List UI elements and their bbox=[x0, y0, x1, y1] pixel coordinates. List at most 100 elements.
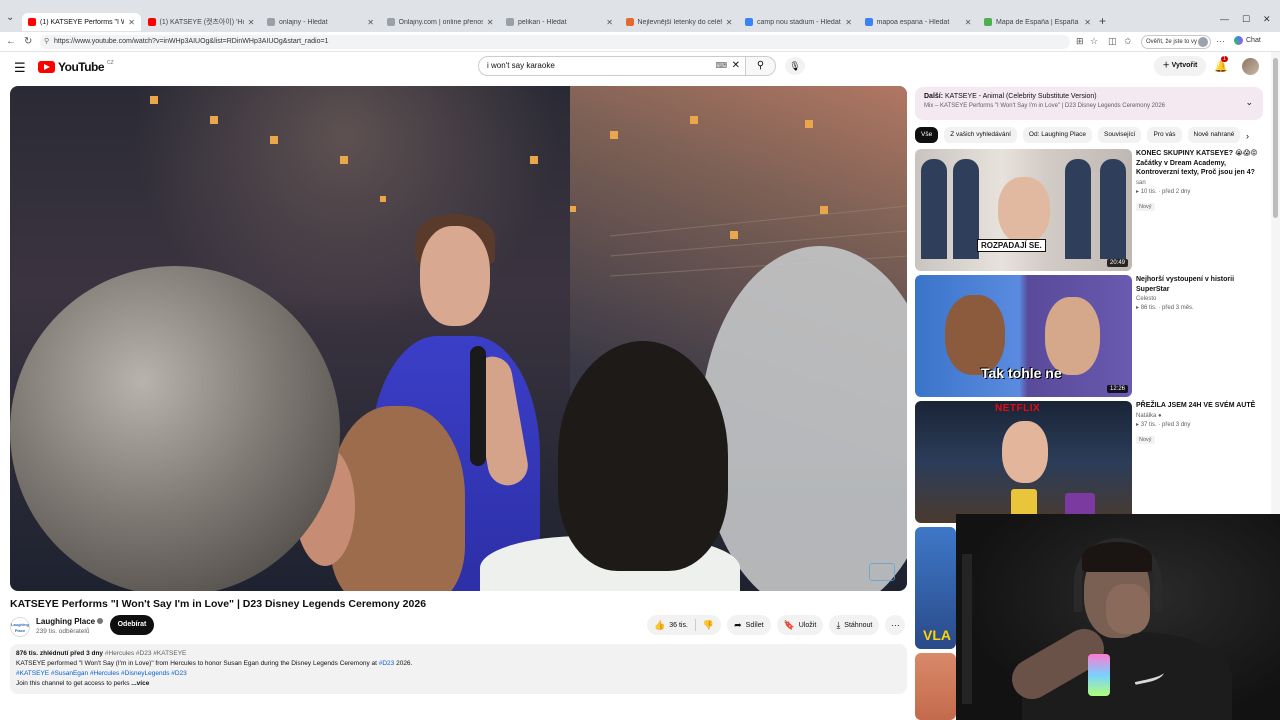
play-icon: ▸ bbox=[1136, 421, 1140, 428]
recommendation-thumbnail[interactable] bbox=[915, 653, 956, 720]
browser-tab[interactable]: Nejlevnější letenky do celého svět ✕ bbox=[620, 13, 739, 31]
search-input[interactable]: i won't say karaoke ⌨ ✕ bbox=[478, 56, 746, 76]
like-button[interactable]: 👍 36 tis. bbox=[647, 615, 695, 635]
chevron-down-icon[interactable]: ⌄ bbox=[1245, 97, 1253, 108]
recommendation-thumbnail[interactable]: Tak tohle ne 12:26 bbox=[915, 275, 1132, 397]
filter-chip[interactable]: Vše bbox=[915, 127, 939, 143]
recommendation-item[interactable]: NETFLIX PŘEŽILA JSEM 24H VE SVÉM AUTĚ Na… bbox=[915, 401, 1260, 523]
description-hashtags[interactable]: #KATSEYE #SusanEgan #Hercules #DisneyLeg… bbox=[16, 669, 901, 679]
video-player[interactable] bbox=[10, 86, 907, 591]
browser-tab[interactable]: camp nou stadium - Hledat ✕ bbox=[739, 13, 858, 31]
menu-icon[interactable]: ☰ bbox=[14, 60, 26, 76]
tab-close-icon[interactable]: ✕ bbox=[1084, 18, 1091, 27]
recommendation-channel[interactable]: san bbox=[1136, 180, 1263, 186]
channel-avatar[interactable]: Laughing Place bbox=[10, 617, 30, 637]
tab-close-icon[interactable]: ✕ bbox=[965, 18, 972, 27]
favorites-icon[interactable]: ✩ bbox=[1124, 36, 1132, 47]
recommendation-title[interactable]: PŘEŽILA JSEM 24H VE SVÉM AUTĚ bbox=[1136, 401, 1263, 411]
tab-close-icon[interactable]: ✕ bbox=[487, 18, 494, 27]
recommendation-item[interactable]: VLA bbox=[915, 527, 956, 649]
share-button[interactable]: ➦ Sdílet bbox=[727, 615, 771, 635]
clear-search-icon[interactable]: ✕ bbox=[732, 57, 740, 75]
scrollbar-thumb[interactable] bbox=[1273, 58, 1278, 218]
recommendation-channel[interactable]: Natálka ● bbox=[1136, 413, 1263, 419]
save-button[interactable]: 🔖 Uložit bbox=[776, 615, 824, 635]
reload-icon[interactable]: ↻ bbox=[24, 36, 32, 47]
share-icon: ➦ bbox=[734, 619, 742, 630]
tab-close-icon[interactable]: ✕ bbox=[248, 18, 255, 27]
subscribe-button[interactable]: Odebírat bbox=[110, 615, 154, 635]
filter-chip[interactable]: Související bbox=[1098, 127, 1142, 143]
address-bar[interactable]: ⚲ https://www.youtube.com/watch?v=inWHp3… bbox=[40, 35, 1070, 49]
search-button[interactable]: ⚲ bbox=[746, 56, 776, 76]
tab-close-icon[interactable]: ✕ bbox=[726, 18, 733, 27]
extension-icon[interactable]: ◫ bbox=[1108, 36, 1117, 47]
minimize-icon[interactable]: — bbox=[1220, 14, 1229, 24]
dislike-button[interactable]: 👎 bbox=[696, 615, 721, 635]
browser-tab[interactable]: pelikan - Hledat ✕ bbox=[500, 13, 619, 31]
settings-more-icon[interactable]: ··· bbox=[1216, 36, 1225, 46]
recommendation-channel[interactable]: Celesto bbox=[1136, 296, 1263, 302]
description-text: KATSEYE performed "I Won't Say (I'm in L… bbox=[16, 660, 379, 667]
top-hashtags[interactable]: #Hercules #D23 #KATSEYE bbox=[105, 650, 187, 657]
tab-close-icon[interactable]: ✕ bbox=[606, 18, 613, 27]
channel-name[interactable]: Laughing Place bbox=[36, 617, 104, 626]
notifications-button[interactable]: 🔔 1 bbox=[1214, 56, 1228, 73]
webcam-overlay bbox=[956, 514, 1280, 720]
install-app-icon[interactable]: ⊞ bbox=[1076, 36, 1084, 47]
recommendation-thumbnail[interactable]: NETFLIX bbox=[915, 401, 1132, 523]
download-button[interactable]: ⤓ Stáhnout bbox=[829, 615, 880, 635]
logo-country-code: CZ bbox=[107, 60, 114, 66]
close-window-icon[interactable]: ✕ bbox=[1263, 14, 1271, 25]
recommendation-thumbnail[interactable]: VLA bbox=[915, 527, 956, 649]
maximize-icon[interactable]: ☐ bbox=[1242, 14, 1250, 25]
recommendation-item[interactable] bbox=[915, 653, 956, 720]
recommendation-title[interactable]: KONEC SKUPINY KATSEYE? 😭😱😡 Začátky v Dre… bbox=[1136, 149, 1263, 178]
copilot-chat-button[interactable]: Chat bbox=[1234, 36, 1261, 45]
channel-watermark[interactable] bbox=[869, 563, 895, 581]
bookmark-star-icon[interactable]: ☆ bbox=[1090, 36, 1098, 47]
back-icon[interactable]: ← bbox=[6, 36, 16, 47]
voice-search-button[interactable]: 🎙 bbox=[785, 57, 805, 75]
tab-title: mapoa espana - Hledat bbox=[876, 18, 950, 26]
account-avatar[interactable] bbox=[1242, 58, 1259, 75]
tab-search-icon[interactable]: ⌄ bbox=[6, 12, 14, 23]
like-dislike-group: 👍 36 tis. 👎 bbox=[647, 615, 722, 635]
hashtag-link[interactable]: #D23 bbox=[379, 660, 395, 667]
tab-close-icon[interactable]: ✕ bbox=[128, 18, 135, 27]
show-more-link[interactable]: ...více bbox=[131, 680, 149, 687]
video-description[interactable]: 876 tis. zhlédnutí před 3 dny #Hercules … bbox=[10, 644, 907, 694]
filter-chip[interactable]: Z vašich vyhledávání bbox=[944, 127, 1017, 143]
site-info-icon[interactable]: ⚲ bbox=[44, 35, 49, 49]
filter-chip[interactable]: Pro vás bbox=[1147, 127, 1182, 143]
create-button[interactable]: ＋ Vytvořit bbox=[1154, 56, 1206, 76]
filter-chip[interactable]: Od: Laughing Place bbox=[1022, 127, 1093, 143]
recommendation-meta-text: 86 tis. · před 3 měs. bbox=[1140, 305, 1194, 311]
description-line-1: KATSEYE performed "I Won't Say (I'm in L… bbox=[16, 659, 901, 669]
browser-tab[interactable]: mapoa espana - Hledat ✕ bbox=[859, 13, 978, 31]
youtube-logo[interactable]: YouTube CZ bbox=[38, 60, 114, 74]
tab-close-icon[interactable]: ✕ bbox=[845, 18, 852, 27]
more-icon: ··· bbox=[890, 620, 900, 630]
browser-tab[interactable]: (1) KATSEYE (캣츠아이) 'Hootie Fri ✕ bbox=[142, 13, 261, 31]
keyboard-icon[interactable]: ⌨ bbox=[715, 57, 727, 75]
verify-identity-button[interactable]: Ověřit, že jste to vy bbox=[1141, 35, 1211, 49]
recommendation-meta: ▸ 86 tis. · před 3 měs. bbox=[1136, 304, 1263, 311]
tab-close-icon[interactable]: ✕ bbox=[367, 18, 374, 27]
recommendation-item[interactable]: Tak tohle ne 12:26 Nejhorší vystoupení v… bbox=[915, 275, 1260, 397]
recommendation-item[interactable]: ROZPADAJÍ SE. 20:49 KONEC SKUPINY KATSEY… bbox=[915, 149, 1260, 271]
filter-chip[interactable]: Nově nahrané bbox=[1187, 127, 1241, 143]
mix-playlist-panel[interactable]: Další: KATSEYE - Animal (Celebrity Subst… bbox=[915, 87, 1263, 120]
browser-tab[interactable]: onlajny - Hledat ✕ bbox=[261, 13, 380, 31]
browser-tab[interactable]: Onlajny.com | online přenosy spo ✕ bbox=[381, 13, 500, 31]
next-up: Další: KATSEYE - Animal (Celebrity Subst… bbox=[924, 93, 1254, 100]
create-label: Vytvořit bbox=[1171, 62, 1198, 69]
recommendation-thumbnail[interactable]: ROZPADAJÍ SE. 20:49 bbox=[915, 149, 1132, 271]
new-tab-button[interactable]: + bbox=[1099, 14, 1106, 28]
browser-tab[interactable]: Mapa de España | España Mapas ✕ bbox=[978, 13, 1097, 31]
tab-favicon-icon bbox=[864, 18, 873, 26]
recommendation-title[interactable]: Nejhorší vystoupení v historii SuperStar bbox=[1136, 275, 1263, 294]
chevron-right-icon[interactable]: › bbox=[1246, 131, 1249, 141]
more-actions-button[interactable]: ··· bbox=[885, 615, 906, 635]
browser-tab[interactable]: (1) KATSEYE Performs "I Won't✕ bbox=[22, 13, 141, 31]
